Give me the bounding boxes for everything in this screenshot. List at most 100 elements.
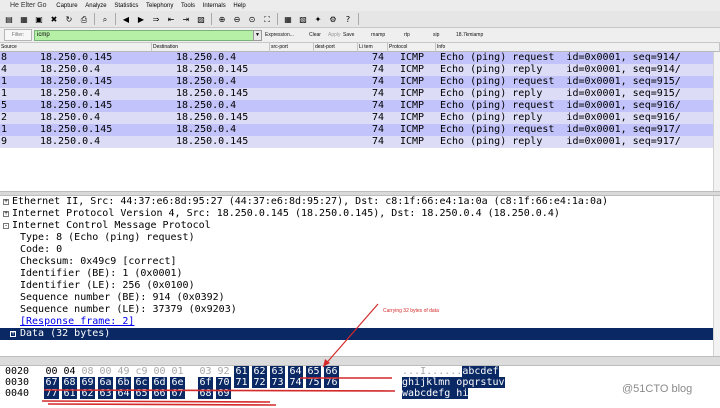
packet-row[interactable]: 1 18.250.0.145 18.250.0.4 74 ICMP Echo (ping)… <box>0 76 720 88</box>
hex-byte[interactable]: 76 <box>324 377 339 388</box>
reload-icon[interactable]: ↻ <box>62 13 76 26</box>
menu-telephony[interactable]: Telephony <box>146 1 173 11</box>
packet-row[interactable]: 5 18.250.0.145 18.250.0.4 74 ICMP Echo (ping)… <box>0 100 720 112</box>
prefs-icon[interactable]: ⚙ <box>326 13 340 26</box>
save-icon[interactable]: ▣ <box>32 13 46 26</box>
response-frame-link[interactable]: [Response frame: 2] <box>20 316 134 328</box>
hex-byte[interactable]: 6a <box>98 377 113 388</box>
hex-ascii[interactable]: ghijklmn opqrstuv <box>402 377 505 388</box>
hex-byte[interactable]: 6e <box>170 377 185 388</box>
packet-row[interactable]: 4 18.250.0.4 18.250.0.145 74 ICMP Echo (ping)… <box>0 64 720 76</box>
hex-byte[interactable]: 03 <box>198 366 213 377</box>
filter-shortcut-sip[interactable]: sip <box>433 29 439 41</box>
hex-byte[interactable]: 01 <box>170 366 185 377</box>
hex-byte[interactable]: 49 <box>116 366 131 377</box>
hex-byte[interactable]: 04 <box>62 366 77 377</box>
hex-byte[interactable]: 67 <box>170 388 185 399</box>
collapse-icon[interactable]: - <box>3 223 9 229</box>
hex-byte[interactable]: 6c <box>134 377 149 388</box>
hex-byte[interactable]: 77 <box>44 388 59 399</box>
hex-byte[interactable]: 61 <box>62 388 77 399</box>
hex-byte[interactable]: 92 <box>216 366 231 377</box>
clear-button[interactable]: Clear <box>309 29 321 41</box>
filter-shortcut-rnamp[interactable]: rnamp <box>371 29 385 41</box>
hex-byte[interactable]: 75 <box>306 377 321 388</box>
column-header-dest-port[interactable]: dest-port <box>314 43 358 52</box>
open-icon[interactable]: ▦ <box>17 13 31 26</box>
hex-byte[interactable]: 66 <box>152 388 167 399</box>
hex-byte[interactable]: 66 <box>324 366 339 377</box>
detail-row[interactable]: Identifier (LE): 256 (0x0100) <box>0 280 720 292</box>
detail-row[interactable]: + Internet Protocol Version 4, Src: 18.25… <box>0 208 720 220</box>
hex-byte[interactable]: 63 <box>270 366 285 377</box>
hex-byte[interactable]: 61 <box>234 366 249 377</box>
hex-byte[interactable]: 65 <box>134 388 149 399</box>
apply-button[interactable]: Apply <box>328 29 341 41</box>
print-icon[interactable]: ⎙ <box>77 13 91 26</box>
hex-byte[interactable]: 00 <box>98 366 113 377</box>
menu-capture[interactable]: Capture <box>56 1 77 11</box>
last-icon[interactable]: ⇥ <box>179 13 193 26</box>
hex-byte[interactable]: 72 <box>252 377 267 388</box>
hex-ascii[interactable]: wabcdefg hi <box>402 388 469 399</box>
list-icon[interactable]: ▤ <box>2 13 16 26</box>
filter-dropdown-icon[interactable]: ▼ <box>253 30 262 41</box>
pane-splitter-2[interactable] <box>0 356 720 366</box>
detail-row[interactable]: + Ethernet II, Src: 44:37:e6:8d:95:27 (44… <box>0 196 720 208</box>
packet-row[interactable]: 2 18.250.0.4 18.250.0.145 74 ICMP Echo (ping)… <box>0 112 720 124</box>
packet-row[interactable]: 9 18.250.0.4 18.250.0.145 74 ICMP Echo (ping)… <box>0 136 720 148</box>
column-header-length[interactable]: Li tem <box>358 43 388 52</box>
hex-byte[interactable]: 68 <box>62 377 77 388</box>
first-icon[interactable]: ⇤ <box>164 13 178 26</box>
filter-shortcut-rtp[interactable]: rtp <box>404 29 410 41</box>
hex-byte[interactable]: 69 <box>80 377 95 388</box>
hex-byte[interactable]: 00 <box>44 366 59 377</box>
detail-row[interactable]: [Response frame: 2] <box>0 316 720 328</box>
detail-row[interactable]: - Internet Control Message Protocol <box>0 220 720 232</box>
detail-row-selected[interactable]: + Data (32 bytes) <box>0 328 720 340</box>
hex-byte[interactable]: c9 <box>134 366 149 377</box>
detail-row[interactable]: Sequence number (LE): 37379 (0x9203) <box>0 304 720 316</box>
column-header-protocol[interactable]: Protocol <box>388 43 436 52</box>
hex-byte[interactable]: 62 <box>252 366 267 377</box>
expand-icon[interactable]: + <box>3 211 9 217</box>
filter-label[interactable]: Filter: <box>4 29 32 41</box>
menu-help[interactable]: Help <box>233 1 245 11</box>
display-filter-icon[interactable]: ▧ <box>296 13 310 26</box>
packet-row[interactable]: 1 18.250.0.4 18.250.0.145 74 ICMP Echo (ping)… <box>0 88 720 100</box>
column-header-src-port[interactable]: src-port <box>270 43 314 52</box>
hex-byte[interactable]: 62 <box>80 388 95 399</box>
column-header-destination[interactable]: Destination <box>152 43 270 52</box>
help-icon[interactable]: ? <box>341 13 355 26</box>
display-filter-input[interactable]: icmp <box>34 30 254 41</box>
hex-byte[interactable]: 64 <box>116 388 131 399</box>
zoom-out-icon[interactable]: ⊖ <box>230 13 244 26</box>
detail-row[interactable]: Identifier (BE): 1 (0x0001) <box>0 268 720 280</box>
capture-filter-icon[interactable]: ▦ <box>281 13 295 26</box>
menu-statistics[interactable]: Statistics <box>114 1 138 11</box>
packet-row[interactable]: 1 18.250.0.145 18.250.0.4 74 ICMP Echo (ping)… <box>0 124 720 136</box>
menu-tools[interactable]: Tools <box>181 1 195 11</box>
zoom-reset-icon[interactable]: ⊙ <box>245 13 259 26</box>
coloring-icon[interactable]: ✦ <box>311 13 325 26</box>
goto-icon[interactable]: ⇒ <box>149 13 163 26</box>
packet-row[interactable]: 8 18.250.0.145 18.250.0.4 74 ICMP Echo (ping)… <box>0 52 720 64</box>
hex-byte[interactable]: 71 <box>234 377 249 388</box>
colorize-icon[interactable]: ▨ <box>194 13 208 26</box>
hex-byte[interactable]: 64 <box>288 366 303 377</box>
packet-list-scrollbar[interactable] <box>713 52 720 191</box>
hex-byte[interactable]: 70 <box>216 377 231 388</box>
hex-byte[interactable]: 6f <box>198 377 213 388</box>
hex-byte[interactable]: 65 <box>306 366 321 377</box>
expression-button[interactable]: Expression... <box>265 29 294 41</box>
forward-icon[interactable]: ▶ <box>134 13 148 26</box>
hex-byte[interactable]: 69 <box>216 388 231 399</box>
details-scrollbar[interactable] <box>713 196 720 356</box>
detail-row[interactable]: Type: 8 (Echo (ping) request) <box>0 232 720 244</box>
zoom-in-icon[interactable]: ⊕ <box>215 13 229 26</box>
expand-icon[interactable]: + <box>3 199 9 205</box>
detail-row[interactable]: Checksum: 0x49c9 [correct] <box>0 256 720 268</box>
menu-internals[interactable]: Internals <box>203 1 226 11</box>
hex-byte[interactable]: 00 <box>152 366 167 377</box>
column-header-info[interactable]: Info <box>436 43 720 52</box>
